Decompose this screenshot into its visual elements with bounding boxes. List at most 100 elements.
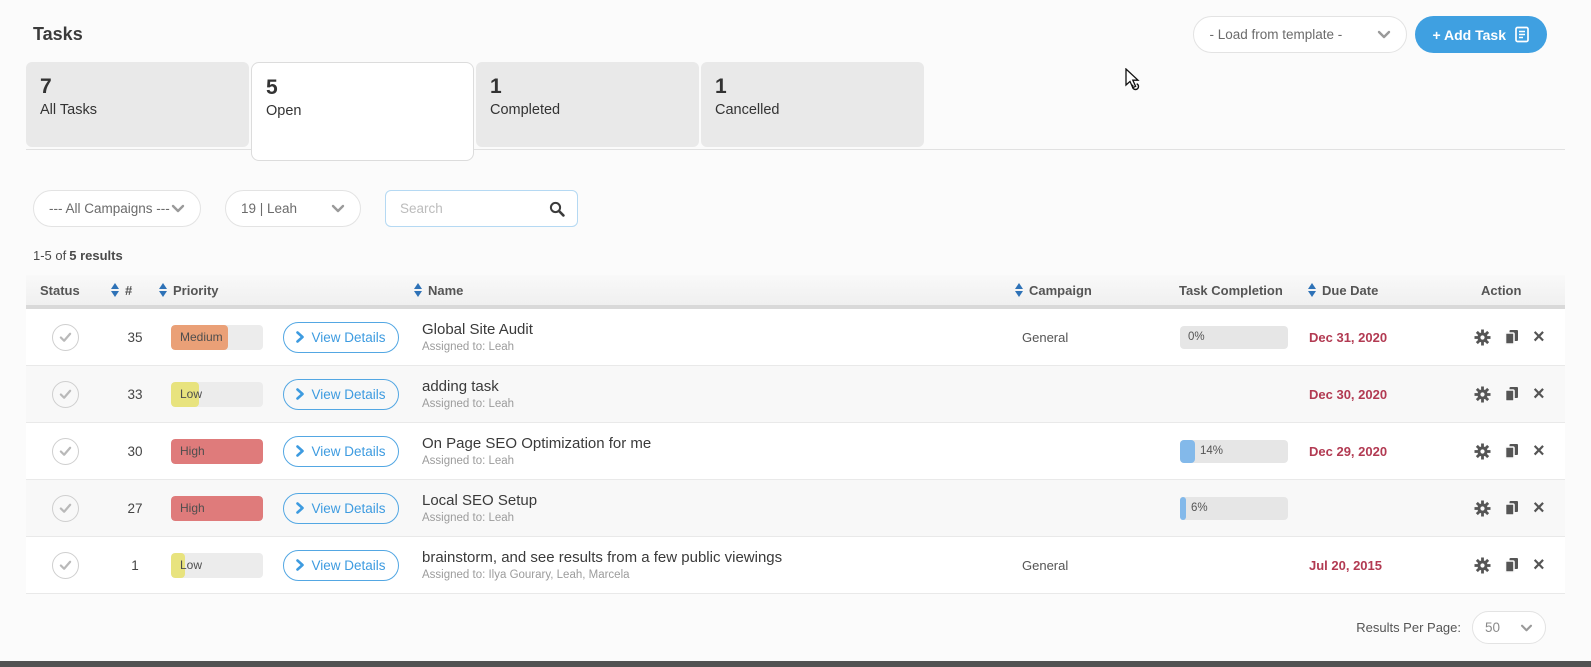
tab-count: 7	[40, 74, 249, 100]
priority-badge: Low	[171, 382, 263, 407]
view-details-button[interactable]: View Details	[283, 322, 399, 353]
sort-arrows-icon[interactable]	[1015, 283, 1023, 297]
gear-icon[interactable]	[1474, 386, 1491, 403]
search-input[interactable]	[398, 200, 538, 217]
priority-badge: High	[171, 439, 263, 464]
chevron-down-icon	[1520, 624, 1533, 632]
document-icon	[1514, 26, 1530, 43]
chevron-down-icon	[1377, 30, 1391, 39]
table-row: 1 Low View Details brainstorm, and see r…	[26, 537, 1565, 594]
tab-open[interactable]: 5 Open	[251, 62, 474, 161]
task-name: On Page SEO Optimization for me	[422, 435, 1000, 452]
view-details-button[interactable]: View Details	[283, 379, 399, 410]
add-task-label: + Add Task	[1432, 27, 1506, 43]
assignee-filter-select[interactable]: 19 | Leah	[225, 190, 361, 227]
gear-icon[interactable]	[1474, 443, 1491, 460]
completion-bar: 14%	[1180, 440, 1288, 463]
chevron-down-icon	[331, 204, 345, 213]
tab-label: Cancelled	[715, 102, 924, 118]
completion-bar: 0%	[1180, 326, 1288, 349]
priority-badge: High	[171, 496, 263, 521]
results-per-page-label: Results Per Page:	[1356, 620, 1461, 635]
close-icon[interactable]: ×	[1533, 501, 1545, 515]
sort-arrows-icon[interactable]	[159, 283, 167, 297]
copy-icon[interactable]	[1504, 386, 1520, 402]
column-header-number: #	[111, 283, 159, 298]
view-details-button[interactable]: View Details	[283, 550, 399, 581]
table-row: 35 Medium View Details Global Site Audit…	[26, 309, 1565, 366]
chevron-right-icon	[296, 331, 304, 343]
completion-percent: 0%	[1188, 331, 1205, 343]
tasks-table: Status # Priority Name Campaign Task Com…	[26, 275, 1565, 594]
sort-arrows-icon[interactable]	[414, 283, 422, 297]
copy-icon[interactable]	[1504, 557, 1520, 573]
sort-arrows-icon[interactable]	[111, 283, 119, 297]
status-check-icon[interactable]	[52, 495, 79, 522]
tab-all-tasks[interactable]: 7 All Tasks	[26, 62, 249, 147]
table-row: 33 Low View Details adding task Assigned…	[26, 366, 1565, 423]
close-icon[interactable]: ×	[1533, 387, 1545, 401]
table-header: Status # Priority Name Campaign Task Com…	[26, 275, 1565, 309]
task-due-date: Dec 29, 2020	[1300, 444, 1460, 459]
tab-count: 1	[490, 74, 699, 100]
load-from-template-label: - Load from template -	[1209, 27, 1342, 42]
task-number: 30	[111, 444, 159, 459]
search-box	[385, 190, 578, 227]
results-per-page-select[interactable]: 50	[1472, 611, 1546, 644]
task-campaign: General	[1000, 558, 1155, 573]
sort-arrows-icon[interactable]	[1308, 283, 1316, 297]
view-details-label: View Details	[311, 501, 385, 516]
gear-icon[interactable]	[1474, 557, 1491, 574]
tab-label: Completed	[490, 102, 699, 118]
task-assigned: Assigned to: Leah	[422, 398, 1000, 410]
tab-count: 1	[715, 74, 924, 100]
load-from-template-select[interactable]: - Load from template -	[1193, 16, 1407, 53]
task-assigned: Assigned to: Leah	[422, 512, 1000, 524]
campaign-filter-select[interactable]: --- All Campaigns ---	[33, 190, 201, 227]
chevron-right-icon	[296, 502, 304, 514]
task-name: brainstorm, and see results from a few p…	[422, 549, 1000, 566]
priority-badge: Medium	[171, 325, 263, 350]
status-check-icon[interactable]	[52, 552, 79, 579]
status-check-icon[interactable]	[52, 381, 79, 408]
status-check-icon[interactable]	[52, 324, 79, 351]
task-due-date: Dec 31, 2020	[1300, 330, 1460, 345]
gear-icon[interactable]	[1474, 500, 1491, 517]
view-details-label: View Details	[311, 330, 385, 345]
filter-bar: --- All Campaigns --- 19 | Leah	[33, 190, 1591, 227]
view-details-button[interactable]: View Details	[283, 493, 399, 524]
column-header-priority: Priority	[159, 283, 271, 298]
task-due-date: Dec 30, 2020	[1300, 387, 1460, 402]
copy-icon[interactable]	[1504, 329, 1520, 345]
chevron-right-icon	[296, 445, 304, 457]
priority-label: Medium	[180, 330, 223, 344]
tab-completed[interactable]: 1 Completed	[476, 62, 699, 147]
tab-cancelled[interactable]: 1 Cancelled	[701, 62, 924, 147]
status-tabs: 7 All Tasks 5 Open 1 Completed 1 Cancell…	[26, 62, 1565, 161]
copy-icon[interactable]	[1504, 500, 1520, 516]
close-icon[interactable]: ×	[1533, 444, 1545, 458]
priority-label: High	[180, 501, 205, 515]
copy-icon[interactable]	[1504, 443, 1520, 459]
status-check-icon[interactable]	[52, 438, 79, 465]
task-name: Global Site Audit	[422, 321, 1000, 338]
completion-percent: 6%	[1191, 502, 1208, 514]
completion-percent: 14%	[1200, 445, 1223, 457]
task-name: adding task	[422, 378, 1000, 395]
column-header-campaign: Campaign	[1000, 283, 1155, 298]
gear-icon[interactable]	[1474, 329, 1491, 346]
view-details-label: View Details	[311, 558, 385, 573]
task-assigned: Assigned to: Ilya Gourary, Leah, Marcela	[422, 569, 1000, 581]
view-details-button[interactable]: View Details	[283, 436, 399, 467]
add-task-button[interactable]: + Add Task	[1415, 16, 1547, 53]
chevron-down-icon	[171, 204, 185, 213]
results-summary: 1-5 of5 results	[33, 248, 1591, 263]
results-per-page-value: 50	[1485, 620, 1500, 635]
magnifier-icon[interactable]	[549, 201, 565, 217]
task-number: 27	[111, 501, 159, 516]
close-icon[interactable]: ×	[1533, 558, 1545, 572]
table-footer: Results Per Page: 50	[0, 611, 1546, 644]
chevron-right-icon	[296, 388, 304, 400]
task-assigned: Assigned to: Leah	[422, 455, 1000, 467]
close-icon[interactable]: ×	[1533, 330, 1545, 344]
